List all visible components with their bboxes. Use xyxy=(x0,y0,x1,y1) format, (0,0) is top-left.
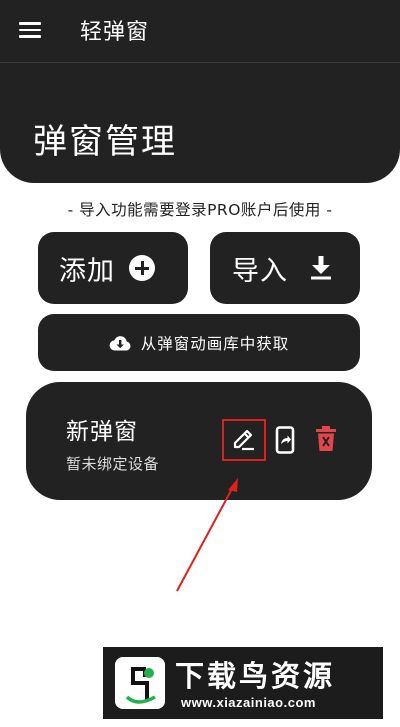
bird-logo-icon xyxy=(115,657,165,709)
plus-circle-icon xyxy=(129,255,155,281)
header-divider xyxy=(0,62,400,63)
cloud-download-icon xyxy=(109,335,131,351)
edit-button[interactable] xyxy=(222,419,266,461)
add-button[interactable]: 添加 xyxy=(38,232,188,304)
app-header: 轻弹窗 弹窗管理 xyxy=(0,0,400,183)
import-button[interactable]: 导入 xyxy=(210,232,360,304)
popup-name: 新弹窗 xyxy=(66,419,138,445)
watermark: 下载鸟资源 www.xiazainiao.com xyxy=(103,647,383,719)
animation-library-label: 从弹窗动画库中获取 xyxy=(140,334,290,353)
add-button-label: 添加 xyxy=(59,255,115,287)
watermark-title: 下载鸟资源 xyxy=(175,659,336,693)
animation-library-button[interactable]: 从弹窗动画库中获取 xyxy=(38,314,360,371)
import-button-label: 导入 xyxy=(232,255,288,287)
popup-card[interactable]: 新弹窗 暂未绑定设备 xyxy=(26,382,372,500)
app-title: 轻弹窗 xyxy=(80,20,150,45)
login-notice: - 导入功能需要登录PRO账户后使用 - xyxy=(67,201,333,219)
popup-status: 暂未绑定设备 xyxy=(66,455,160,473)
phone-share-icon[interactable] xyxy=(274,426,296,454)
edit-icon xyxy=(233,429,254,451)
trash-icon[interactable] xyxy=(315,426,337,452)
watermark-url: www.xiazainiao.com xyxy=(181,695,316,710)
menu-icon[interactable] xyxy=(19,22,41,38)
download-icon xyxy=(311,256,331,280)
page-title: 弹窗管理 xyxy=(33,122,177,162)
